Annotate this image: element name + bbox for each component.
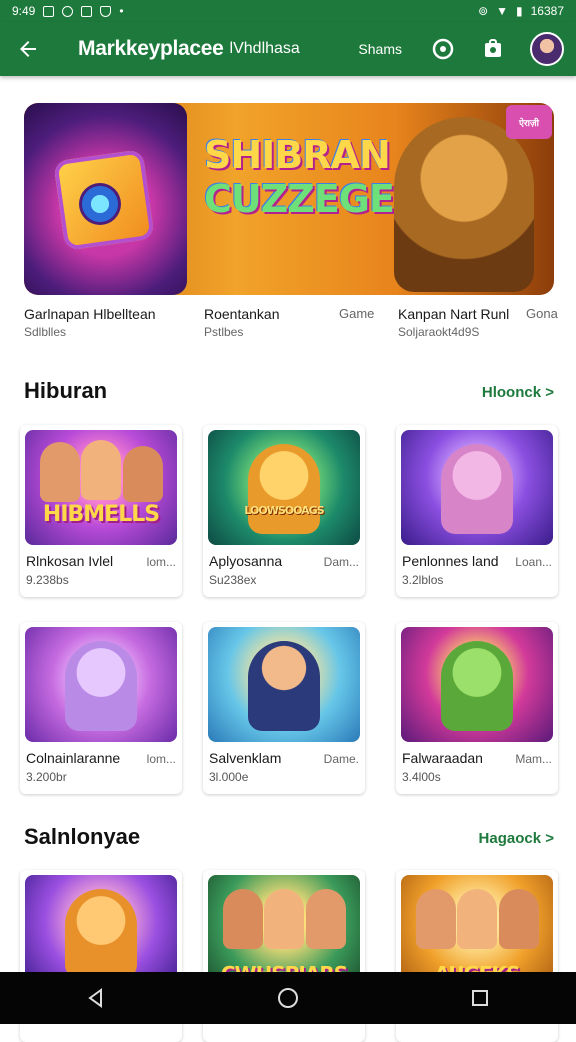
character-illustration — [499, 889, 539, 949]
arrow-left-icon — [20, 41, 36, 57]
banner-title: SHIBRAN CUZZEGE — [204, 133, 395, 221]
status-time: 9:49 — [12, 4, 36, 18]
app-card[interactable]: Salvenklam Dame. 3l.000e — [203, 622, 365, 794]
dot-icon: • — [119, 4, 124, 18]
share-button[interactable]: Shams — [358, 41, 402, 57]
character-illustration — [65, 889, 137, 979]
app-card[interactable]: HIBMELLS Rlnkosan Ivlel lom... 9.238bs — [20, 425, 182, 597]
app-card[interactable]: Falwaraadan Mam... 3.4l00s — [396, 622, 558, 794]
notification-button[interactable] — [430, 36, 456, 62]
battery-text: 16387 — [530, 4, 564, 18]
banner-info-item[interactable]: Kanpan Nart Runl Soljaraokt4d9S Gona — [398, 306, 558, 339]
character-illustration — [223, 889, 263, 949]
banner-app-tile — [24, 103, 187, 295]
sync-icon — [62, 5, 74, 17]
character-illustration — [264, 889, 304, 949]
banner-badge: ऐराज़ी — [506, 105, 552, 139]
character-illustration — [441, 444, 513, 534]
battery-icon: ▮ — [516, 4, 523, 18]
character-illustration — [123, 446, 163, 502]
banner-info-item[interactable]: Garlnapan Hlbelltean Sdlblles — [24, 306, 156, 339]
square-recents-icon — [472, 990, 488, 1006]
app-thumbnail — [401, 430, 553, 545]
character-illustration — [248, 444, 320, 534]
circle-home-icon — [278, 988, 298, 1008]
page-subtitle: lVhdlhasa — [229, 40, 300, 57]
system-nav-bar — [0, 972, 576, 1024]
character-illustration — [416, 889, 456, 949]
nav-home-button[interactable] — [268, 978, 308, 1018]
bell-icon — [432, 38, 454, 60]
banner-info-item[interactable]: Roentankan Pstlbes Game — [204, 306, 374, 339]
app-thumbnail — [208, 627, 360, 742]
section-more-link[interactable]: Hloonck > — [482, 384, 554, 401]
app-thumbnail — [25, 627, 177, 742]
character-illustration — [81, 440, 121, 500]
section-title: Salnlonyae — [24, 824, 141, 849]
triangle-back-icon — [88, 988, 102, 1008]
section-more-link[interactable]: Hagaock > — [479, 830, 554, 847]
app-thumbnail: HIBMELLS — [25, 430, 177, 545]
section-title: Hiburan — [24, 378, 108, 403]
character-illustration — [457, 889, 497, 949]
nav-recents-button[interactable] — [460, 978, 500, 1018]
app-thumbnail — [401, 627, 553, 742]
character-illustration — [40, 442, 80, 502]
character-illustration — [306, 889, 346, 949]
nav-back-button[interactable] — [76, 978, 116, 1018]
hotspot-icon: ⊚ — [478, 4, 489, 18]
back-button[interactable] — [12, 33, 44, 65]
user-avatar[interactable] — [530, 32, 564, 66]
cart-icon — [485, 39, 501, 57]
app-card[interactable]: LOOWSOOAGS Aplyosanna Dam... Su238ex — [203, 425, 365, 597]
page-title: Markkeyplacee — [78, 37, 224, 60]
lens-illustration — [79, 183, 121, 225]
character-illustration — [65, 641, 137, 731]
app-card[interactable]: Penlonnes land Loan... 3.2lblos — [396, 425, 558, 597]
cart-button[interactable] — [480, 36, 506, 62]
status-bar: 9:49 • ⊚ ▼ ▮ 16387 — [0, 0, 576, 22]
featured-banner[interactable]: SHIBRAN CUZZEGE ऐराज़ी — [24, 103, 554, 295]
gallery-icon — [43, 5, 55, 17]
app-thumbnail: LOOWSOOAGS — [208, 430, 360, 545]
banner-character — [394, 117, 534, 292]
wifi-icon: ▼ — [496, 4, 509, 18]
character-illustration — [248, 641, 320, 731]
character-illustration — [441, 641, 513, 731]
edit-icon — [81, 5, 93, 17]
shield-icon — [100, 5, 112, 17]
app-bar: Markkeyplacee lVhdlhasa Shams — [0, 22, 576, 76]
app-card[interactable]: Colnainlaranne lom... 3.200br — [20, 622, 182, 794]
